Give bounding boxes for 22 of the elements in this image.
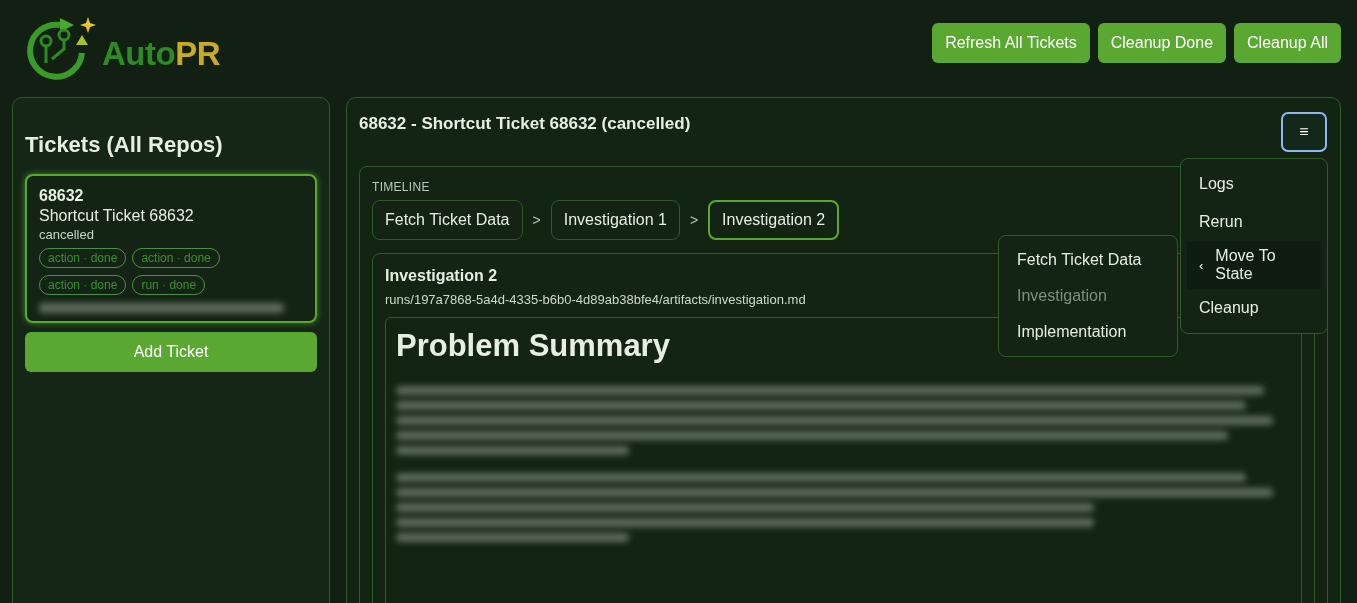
sidebar-title: Tickets (All Repos) — [25, 132, 224, 158]
timeline-step[interactable]: Fetch Ticket Data — [372, 200, 523, 240]
logo-wordmark: AutoPR — [102, 34, 220, 73]
menu-button[interactable]: ≡ — [1281, 112, 1327, 152]
menu-item[interactable]: Logs — [1187, 165, 1321, 203]
timeline-step[interactable]: Investigation 1 — [550, 200, 680, 240]
markdown-heading: Problem Summary — [396, 328, 670, 364]
artifact-title: Investigation 2 — [385, 267, 498, 285]
artifact-path: runs/197a7868-5a4d-4335-b6b0-4d89ab38bfe4/artifacts/investigation.md — [385, 292, 806, 307]
ticket-title: Shortcut Ticket 68632 — [39, 207, 194, 225]
submenu-item[interactable]: Implementation — [999, 314, 1177, 350]
ticket-card[interactable]: 68632 Shortcut Ticket 68632 cancelled action · done action · done action · done run · done — [25, 174, 317, 323]
timeline-label: TIMELINE — [372, 180, 430, 194]
ticket-id: 68632 — [39, 187, 84, 205]
step-separator: > — [689, 212, 699, 228]
timeline-step[interactable]: Investigation 2 — [708, 200, 840, 240]
ticket-heading: 68632 - Shortcut Ticket 68632 (cancelled) — [359, 114, 691, 134]
ticket-status: cancelled — [39, 227, 94, 242]
submenu-item[interactable]: Fetch Ticket Data — [999, 242, 1177, 278]
step-separator: > — [532, 212, 541, 228]
menu-item[interactable]: Rerun — [1187, 203, 1321, 241]
menu-item[interactable]: Cleanup — [1187, 289, 1321, 327]
